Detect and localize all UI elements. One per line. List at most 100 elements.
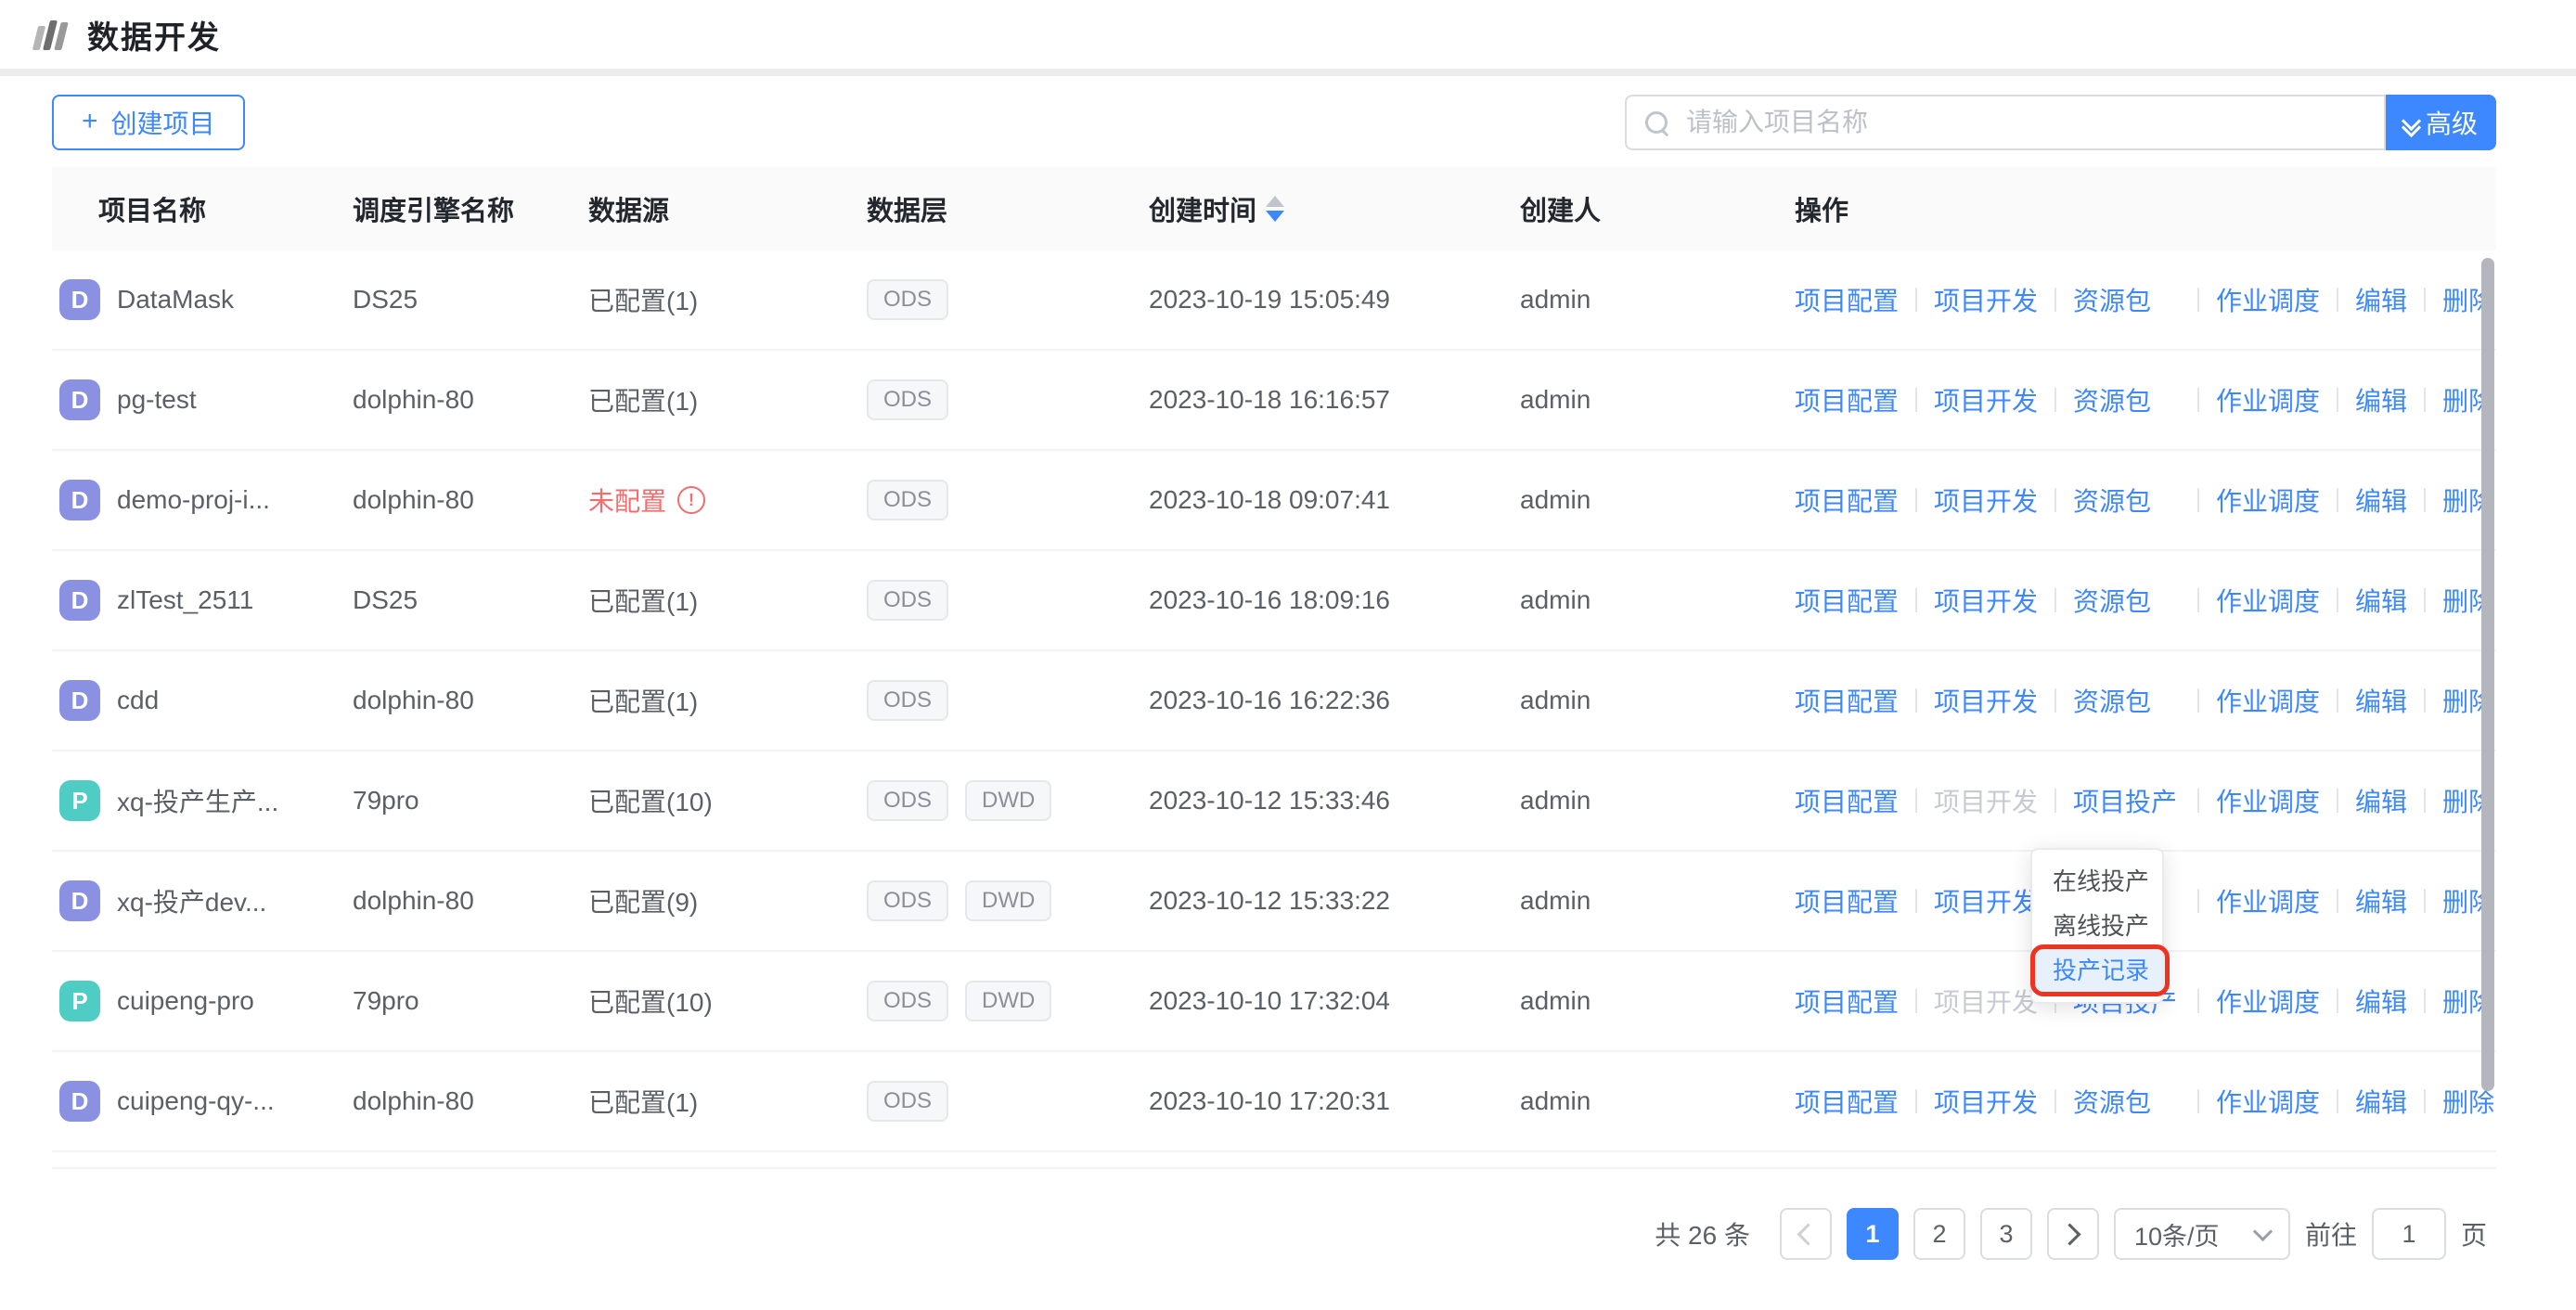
- chevron-down-icon: [2253, 1221, 2273, 1240]
- next-page-button[interactable]: [2047, 1208, 2099, 1260]
- datalayer-cell: ODSDWD: [867, 780, 1149, 821]
- action-resource[interactable]: 资源包: [2073, 281, 2151, 318]
- action-edit[interactable]: 编辑: [2355, 1083, 2407, 1120]
- action-resource[interactable]: 资源包: [2073, 381, 2151, 418]
- action-edit[interactable]: 编辑: [2355, 782, 2407, 819]
- data-layer-tag: ODS: [867, 1081, 948, 1122]
- action-dev[interactable]: 项目开发: [1934, 882, 2038, 919]
- prev-page-button[interactable]: [1780, 1208, 1832, 1260]
- create-time-cell: 2023-10-12 15:33:22: [1149, 886, 1516, 916]
- action-schedule[interactable]: 作业调度: [2216, 381, 2320, 418]
- action-dev[interactable]: 项目开发: [1934, 682, 2038, 719]
- action-resource[interactable]: 资源包: [2073, 682, 2151, 719]
- table-row: D cuipeng-qy-... dolphin-80 已配置(1) ! ODS…: [52, 1052, 2496, 1152]
- advanced-search-button[interactable]: 高级: [2386, 95, 2496, 150]
- action-separator: [2424, 588, 2426, 612]
- data-development-page: 数据开发 + 创建项目 高级 项目名称 调度引擎名称 数据源 数据层 创建时间: [0, 0, 2576, 1310]
- create-time-cell: 2023-10-10 17:20:31: [1149, 1086, 1516, 1116]
- action-schedule[interactable]: 作业调度: [2216, 281, 2320, 318]
- action-dev[interactable]: 项目开发: [1934, 482, 2038, 519]
- action-resource[interactable]: 资源包: [2073, 1083, 2151, 1120]
- action-edit[interactable]: 编辑: [2355, 682, 2407, 719]
- action-edit[interactable]: 编辑: [2355, 882, 2407, 919]
- total-count: 共 26 条: [1655, 1215, 1750, 1252]
- action-slot: 资源包: [2073, 381, 2181, 418]
- action-config[interactable]: 项目配置: [1795, 882, 1899, 919]
- project-avatar: D: [59, 680, 100, 721]
- action-dev[interactable]: 项目开发: [1934, 381, 2038, 418]
- data-layer-tag: ODS: [867, 880, 948, 921]
- menu-item-offline-deploy[interactable]: 离线投产: [2032, 904, 2162, 948]
- action-schedule[interactable]: 作业调度: [2216, 682, 2320, 719]
- action-schedule[interactable]: 作业调度: [2216, 1083, 2320, 1120]
- action-config[interactable]: 项目配置: [1795, 982, 1899, 1020]
- page-button-2[interactable]: 2: [1913, 1208, 1965, 1260]
- datasource-cell: 已配置(10) !: [588, 782, 867, 819]
- action-slot: 资源包: [2073, 281, 2181, 318]
- column-header-actions: 操作: [1795, 189, 2496, 228]
- action-separator: [2337, 388, 2338, 412]
- menu-item-deploy-records[interactable]: 投产记录: [2032, 948, 2162, 993]
- column-header-create-time[interactable]: 创建时间: [1149, 189, 1516, 228]
- action-dev[interactable]: 项目开发: [1934, 582, 2038, 619]
- action-config[interactable]: 项目配置: [1795, 782, 1899, 819]
- column-header-datasource: 数据源: [588, 189, 867, 228]
- goto-page-input[interactable]: [2372, 1208, 2446, 1260]
- engine-cell: 79pro: [353, 786, 588, 816]
- action-separator: [2424, 288, 2426, 312]
- action-resource[interactable]: 资源包: [2073, 482, 2151, 519]
- datasource-cell: 已配置(1) !: [588, 281, 867, 318]
- action-config[interactable]: 项目配置: [1795, 1083, 1899, 1120]
- action-schedule[interactable]: 作业调度: [2216, 582, 2320, 619]
- page-button-3[interactable]: 3: [1980, 1208, 2032, 1260]
- project-cell: D demo-proj-i...: [52, 480, 353, 520]
- action-schedule[interactable]: 作业调度: [2216, 982, 2320, 1020]
- action-separator: [2054, 388, 2056, 412]
- create-time-cell: 2023-10-12 15:33:46: [1149, 786, 1516, 816]
- project-avatar: D: [59, 480, 100, 520]
- action-config[interactable]: 项目配置: [1795, 682, 1899, 719]
- action-edit[interactable]: 编辑: [2355, 281, 2407, 318]
- action-separator: [2424, 789, 2426, 813]
- action-config[interactable]: 项目配置: [1795, 281, 1899, 318]
- action-separator: [2337, 889, 2338, 913]
- action-separator: [2424, 488, 2426, 512]
- action-edit[interactable]: 编辑: [2355, 582, 2407, 619]
- datasource-status-text: 已配置(1): [588, 281, 698, 318]
- table-header: 项目名称 调度引擎名称 数据源 数据层 创建时间 创建人 操作: [52, 167, 2496, 250]
- action-config[interactable]: 项目配置: [1795, 582, 1899, 619]
- action-config[interactable]: 项目配置: [1795, 381, 1899, 418]
- project-cell: D pg-test: [52, 379, 353, 420]
- action-edit[interactable]: 编辑: [2355, 982, 2407, 1020]
- page-size-select[interactable]: 10条/页: [2114, 1208, 2290, 1260]
- creator-cell: admin: [1516, 986, 1795, 1016]
- table-row: D DataMask DS25 已配置(1) ! ODS 2023-10-19 …: [52, 250, 2496, 351]
- action-deploy[interactable]: 项目投产: [2073, 782, 2177, 819]
- action-separator: [2197, 588, 2199, 612]
- create-project-button[interactable]: + 创建项目: [52, 95, 245, 150]
- page-button-1[interactable]: 1: [1847, 1208, 1899, 1260]
- data-layer-tag: ODS: [867, 580, 948, 621]
- action-schedule[interactable]: 作业调度: [2216, 482, 2320, 519]
- search-input[interactable]: [1627, 95, 2384, 150]
- menu-item-online-deploy[interactable]: 在线投产: [2032, 859, 2162, 904]
- action-config[interactable]: 项目配置: [1795, 482, 1899, 519]
- action-edit[interactable]: 编辑: [2355, 381, 2407, 418]
- action-schedule[interactable]: 作业调度: [2216, 782, 2320, 819]
- caret-up-icon[interactable]: [1266, 196, 1284, 207]
- vertical-scrollbar-thumb[interactable]: [2481, 258, 2494, 1091]
- data-layer-tag: ODS: [867, 379, 948, 420]
- project-name: DataMask: [117, 285, 234, 315]
- table-body: D DataMask DS25 已配置(1) ! ODS 2023-10-19 …: [52, 250, 2496, 1176]
- chevron-right-icon: [2059, 1223, 2081, 1245]
- action-dev[interactable]: 项目开发: [1934, 1083, 2038, 1120]
- action-schedule[interactable]: 作业调度: [2216, 882, 2320, 919]
- action-dev[interactable]: 项目开发: [1934, 281, 2038, 318]
- action-separator: [1915, 789, 1917, 813]
- action-edit[interactable]: 编辑: [2355, 482, 2407, 519]
- sort-caret-icon[interactable]: [1266, 196, 1284, 222]
- caret-down-icon[interactable]: [1266, 211, 1284, 222]
- engine-cell: dolphin-80: [353, 686, 588, 715]
- action-resource[interactable]: 资源包: [2073, 582, 2151, 619]
- action-separator: [2337, 989, 2338, 1013]
